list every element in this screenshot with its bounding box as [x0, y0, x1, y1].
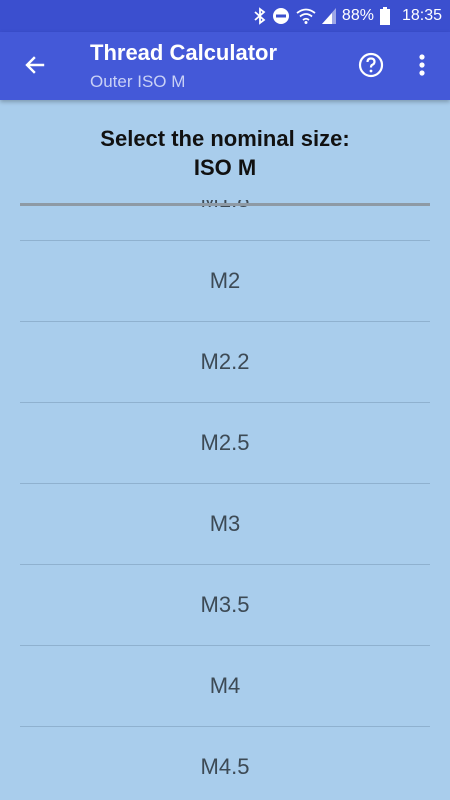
size-picker-list[interactable]: M1.8 M2 M2.2 M2.5 M3 M3.5 M4 M4.5	[20, 200, 430, 800]
page-heading: Select the nominal size: ISO M	[0, 124, 450, 182]
help-button[interactable]	[354, 50, 388, 84]
app-bar: Thread Calculator Outer ISO M	[0, 32, 450, 100]
size-item[interactable]: M2	[20, 241, 430, 322]
app-title: Thread Calculator	[90, 40, 278, 65]
status-bar: 88% 18:35	[0, 0, 450, 32]
heading-line-1: Select the nominal size:	[100, 126, 350, 151]
size-item[interactable]: M2.5	[20, 403, 430, 484]
size-item[interactable]: M1.8	[20, 200, 430, 241]
help-icon	[358, 52, 384, 83]
size-item[interactable]: M3.5	[20, 565, 430, 646]
clock: 18:35	[401, 7, 442, 24]
battery-icon	[379, 7, 390, 25]
heading-line-2: ISO M	[193, 155, 257, 180]
battery-text: 88%	[341, 7, 374, 24]
size-item[interactable]: M2.2	[20, 322, 430, 403]
app-subtitle: Outer ISO M	[90, 72, 186, 91]
list-top-divider	[20, 203, 430, 206]
bluetooth-icon	[254, 7, 266, 25]
back-arrow-icon	[23, 53, 47, 82]
more-vert-icon	[419, 53, 425, 81]
overflow-menu-button[interactable]	[406, 50, 438, 84]
wifi-icon	[296, 8, 316, 24]
do-not-disturb-icon	[272, 7, 290, 25]
size-item[interactable]: M3	[20, 484, 430, 565]
back-button[interactable]	[18, 50, 52, 84]
size-item[interactable]: M4	[20, 646, 430, 727]
signal-icon	[321, 8, 336, 24]
size-item[interactable]: M4.5	[20, 727, 430, 800]
